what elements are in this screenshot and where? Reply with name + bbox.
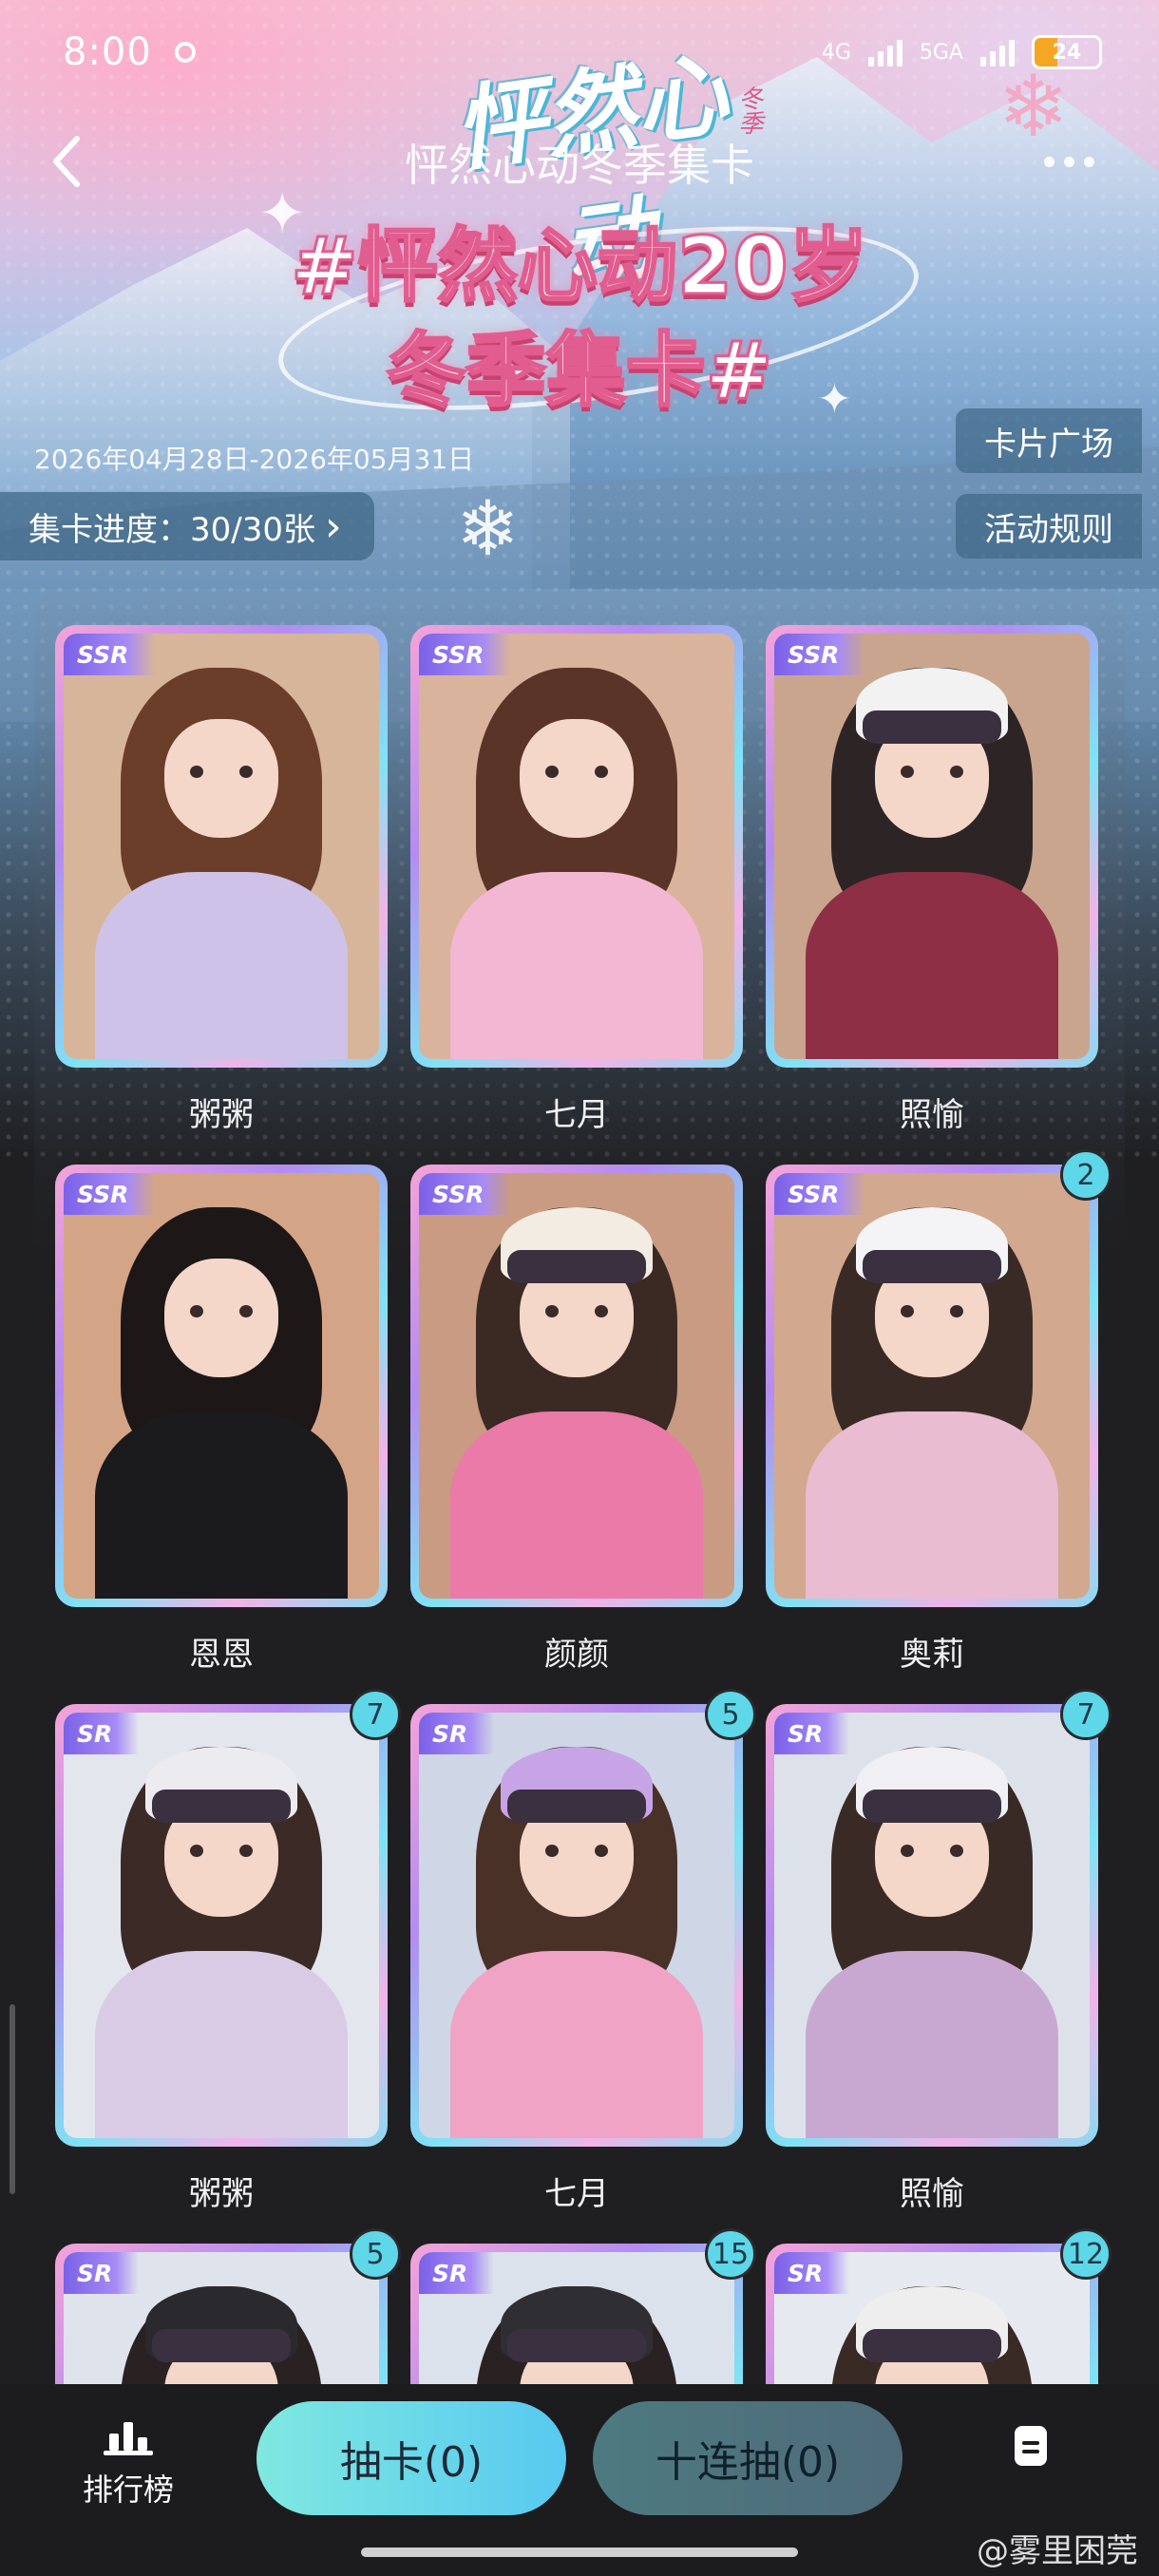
tier-badge: SR	[64, 2252, 140, 2294]
leaderboard-button[interactable]: 排行榜	[57, 2418, 200, 2523]
tier-badge: SR	[419, 2252, 495, 2294]
collect-card[interactable]: SSR	[410, 1165, 743, 1607]
chevron-right-icon: ›	[324, 502, 342, 551]
network-4g-label: 4G	[821, 40, 851, 65]
duplicate-count-badge: 5	[350, 2228, 401, 2280]
collect-card[interactable]: SSR	[766, 625, 1098, 1068]
leaderboard-label: 排行榜	[82, 2472, 174, 2508]
watermark: @雾里困莞	[977, 2532, 1138, 2570]
duplicate-count-badge: 15	[705, 2228, 756, 2280]
duplicate-count-badge: 5	[705, 1689, 756, 1740]
collect-card[interactable]: SSR	[410, 625, 743, 1068]
card-photo: SSR	[419, 634, 734, 1059]
collect-card[interactable]: SSR	[55, 1165, 388, 1607]
tier-badge: SR	[774, 2252, 850, 2294]
status-time: 8:00	[63, 30, 152, 74]
progress-label: 集卡进度：30/30张	[28, 510, 315, 549]
card-member-name: 恩恩	[189, 1636, 254, 1674]
collect-card[interactable]: SR 5	[410, 1689, 756, 2147]
tier-badge: SSR	[419, 1173, 511, 1215]
draw-card-button[interactable]: 抽卡(0)	[256, 2401, 566, 2515]
card-member-name: 七月	[544, 1096, 609, 1134]
card-photo: SSR	[64, 1173, 379, 1599]
card-member-name: 奥莉	[900, 1636, 964, 1674]
sparkle-icon-2: ✦	[817, 375, 852, 424]
snowflake-icon-2: ❄	[456, 484, 521, 573]
collect-card[interactable]: SSR	[55, 625, 388, 1068]
card-member-name: 粥粥	[189, 2175, 254, 2213]
card-photo: SSR	[774, 634, 1090, 1059]
duplicate-count-badge: 7	[350, 1689, 401, 1740]
page-title: 怦然心动冬季集卡	[405, 140, 754, 191]
tier-badge: SSR	[64, 634, 156, 675]
tier-badge: SSR	[774, 634, 866, 675]
collection-progress-button[interactable]: 集卡进度：30/30张 ›	[0, 492, 374, 560]
tier-badge: SR	[774, 1713, 850, 1754]
collect-card[interactable]: SR 7	[766, 1689, 1112, 2147]
date-range: 2026年04月28日-2026年05月31日	[34, 444, 475, 475]
card-photo: SSR	[64, 634, 379, 1059]
card-photo: SSR	[774, 1173, 1090, 1599]
card-photo: SSR	[419, 1173, 734, 1599]
hashtag-line-1: #怦然心动20岁	[290, 218, 869, 314]
nav-bar: 怦然心动冬季集卡	[0, 104, 1159, 218]
card-member-name: 颜颜	[544, 1636, 609, 1674]
rules-button[interactable]: 活动规则	[956, 494, 1142, 559]
card-member-name: 照愉	[900, 2175, 964, 2213]
scrollbar[interactable]	[10, 2004, 15, 2194]
draw-ten-button[interactable]: 十连抽(0)	[593, 2401, 902, 2515]
tier-badge: SSR	[419, 634, 511, 675]
collect-card[interactable]: SR 7	[55, 1689, 401, 2147]
card-photo: SR	[419, 1713, 734, 2138]
collect-card[interactable]: SSR 2	[766, 1149, 1112, 1607]
bar-chart-icon	[104, 2422, 153, 2455]
document-icon[interactable]	[1007, 2422, 1054, 2470]
sparkle-icon: ✦	[258, 180, 307, 247]
duplicate-count-badge: 12	[1060, 2228, 1112, 2280]
network-5ga-label: 5GA	[919, 40, 963, 65]
tier-badge: SR	[419, 1713, 495, 1754]
card-member-name: 七月	[544, 2175, 609, 2213]
home-indicator[interactable]	[361, 2548, 798, 2557]
notification-icon	[174, 42, 196, 63]
card-photo: SR	[774, 1713, 1090, 2138]
snowflake-icon: ❄	[998, 57, 1070, 157]
tier-badge: SR	[64, 1713, 140, 1754]
duplicate-count-badge: 7	[1060, 1689, 1112, 1740]
card-member-name: 粥粥	[189, 1096, 254, 1134]
tier-badge: SSR	[774, 1173, 866, 1215]
card-square-button[interactable]: 卡片广场	[956, 408, 1142, 473]
duplicate-count-badge: 2	[1060, 1149, 1112, 1201]
signal-icon	[867, 38, 902, 66]
card-member-name: 照愉	[900, 1096, 964, 1134]
tier-badge: SSR	[64, 1173, 156, 1215]
card-photo: SR	[64, 1713, 379, 2138]
